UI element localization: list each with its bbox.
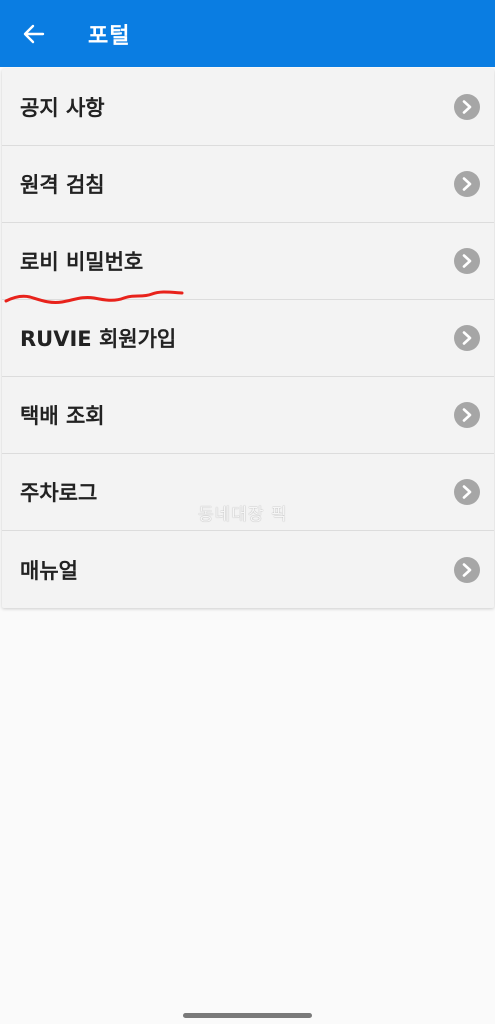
chevron-right-icon bbox=[454, 556, 480, 583]
menu-item-label: 원격 검침 bbox=[20, 173, 105, 197]
back-button[interactable] bbox=[0, 0, 68, 67]
app-bar: 포털 bbox=[0, 0, 495, 67]
chevron-right-icon bbox=[454, 171, 480, 197]
chevron-right-icon bbox=[454, 479, 480, 505]
menu-item-label: 매뉴얼 bbox=[20, 558, 78, 583]
menu-item-notice[interactable]: 공지 사항 bbox=[2, 69, 494, 146]
portal-menu-list: 공지 사항 원격 검침 로비 비밀번호 RUVIE 회원가입 택배 조회 주차로… bbox=[2, 69, 494, 608]
menu-item-label: 주차로그 bbox=[20, 481, 98, 505]
menu-item-remote-metering[interactable]: 원격 검침 bbox=[2, 146, 494, 223]
chevron-right-icon bbox=[454, 248, 480, 274]
menu-item-manual[interactable]: 매뉴얼 bbox=[2, 531, 494, 608]
red-underline-annotation bbox=[4, 290, 184, 304]
menu-item-label: 로비 비밀번호 bbox=[20, 250, 144, 274]
menu-item-parcel-lookup[interactable]: 택배 조회 bbox=[2, 377, 494, 454]
chevron-right-icon bbox=[454, 94, 480, 120]
chevron-right-icon bbox=[454, 402, 480, 428]
page-title: 포털 bbox=[88, 23, 131, 49]
menu-item-label: 공지 사항 bbox=[20, 96, 105, 120]
watermark: 동네대장 픽 bbox=[198, 505, 288, 525]
menu-item-label: 택배 조회 bbox=[20, 404, 105, 428]
home-indicator[interactable] bbox=[183, 1013, 312, 1018]
chevron-right-icon bbox=[454, 325, 480, 351]
menu-item-label: RUVIE 회원가입 bbox=[20, 327, 177, 351]
arrow-left-icon bbox=[23, 24, 45, 43]
